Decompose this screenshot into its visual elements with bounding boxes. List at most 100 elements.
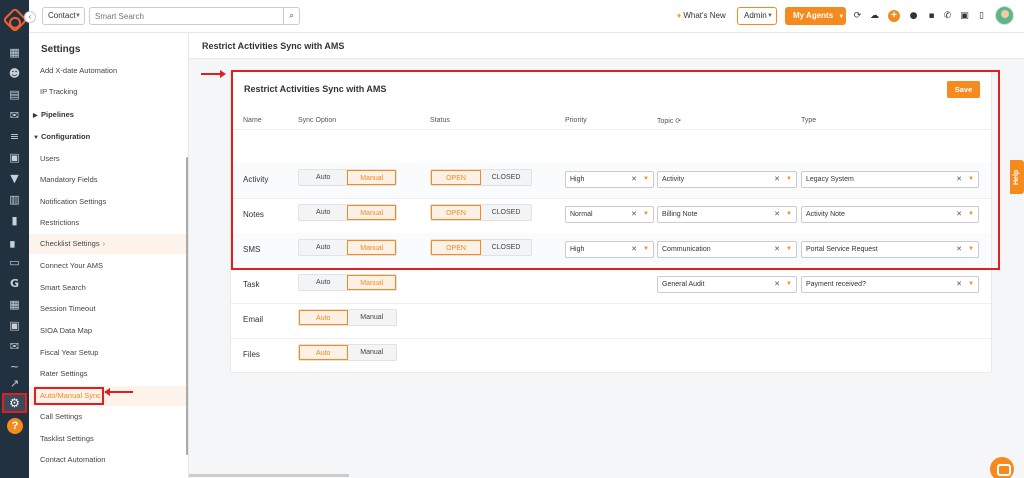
clear-icon[interactable]: ✕ <box>956 242 962 257</box>
save-button[interactable]: Save <box>947 81 980 98</box>
sidebar-item-call-settings[interactable]: Call Settings <box>29 407 187 427</box>
sidebar-collapse-button[interactable]: ‹ <box>24 11 36 23</box>
sync-manual-option[interactable]: Manual <box>348 345 396 360</box>
sidebar-section-configuration[interactable]: ▼ Configuration <box>29 127 187 147</box>
sidebar-item-session-timeout[interactable]: Session Timeout <box>29 299 187 319</box>
topic-select[interactable]: Billing Note ✕ ▼ <box>657 206 797 223</box>
status-open-option[interactable]: OPEN <box>431 205 482 220</box>
horizontal-scrollbar[interactable] <box>189 474 349 477</box>
type-select[interactable]: Activity Note ✕ ▼ <box>801 206 979 223</box>
sync-icon[interactable]: ⟳ <box>852 11 863 22</box>
phone-icon[interactable]: ✆ <box>942 11 953 22</box>
chip-icon[interactable]: ▣ <box>959 11 970 22</box>
add-icon[interactable]: + <box>888 10 900 22</box>
tasks-icon[interactable]: ▥ <box>6 193 23 207</box>
bell-icon[interactable]: ● <box>908 11 919 22</box>
contact-type-select[interactable]: Contact ▼ <box>42 7 85 25</box>
search-icon[interactable]: ⌕ <box>283 7 300 25</box>
clear-icon[interactable]: ✕ <box>956 207 962 222</box>
sync-manual-option[interactable]: Manual <box>347 240 396 255</box>
folder-icon[interactable]: ▭ <box>6 256 23 270</box>
mobile-icon[interactable]: ▯ <box>976 11 987 22</box>
chat-icon[interactable] <box>990 457 1014 478</box>
row-name: Task <box>243 280 260 289</box>
refresh-icon[interactable]: ⟳ <box>675 118 681 125</box>
status-closed-option[interactable]: CLOSED <box>481 205 531 220</box>
book-icon[interactable]: ▮ <box>6 214 23 228</box>
topic-select[interactable]: General Audit ✕ ▼ <box>657 276 797 293</box>
sidebar-item-tasklist-settings[interactable]: Tasklist Settings <box>29 429 187 449</box>
calendar-icon[interactable]: ▣ <box>6 151 23 165</box>
clear-icon[interactable]: ✕ <box>956 277 962 292</box>
notification-icon[interactable]: ▪ <box>926 11 937 22</box>
topic-select[interactable]: Communication ✕ ▼ <box>657 241 797 258</box>
sync-auto-option[interactable]: Auto <box>299 240 347 255</box>
table-icon[interactable]: ▦ <box>6 298 23 312</box>
topic-select[interactable]: Activity ✕ ▼ <box>657 171 797 188</box>
sync-manual-option[interactable]: Manual <box>347 170 396 185</box>
smart-search-input[interactable] <box>89 7 284 25</box>
sidebar-item-connect-your-ams[interactable]: Connect Your AMS <box>29 256 187 276</box>
help-icon[interactable]: ? <box>7 418 23 434</box>
sync-auto-option[interactable]: Auto <box>299 170 347 185</box>
help-tab[interactable]: Help <box>1010 160 1024 194</box>
type-select[interactable]: Portal Service Request ✕ ▼ <box>801 241 979 258</box>
sync-manual-option[interactable]: Manual <box>348 310 396 325</box>
sidebar-section-pipelines[interactable]: ▶ Pipelines <box>29 105 187 125</box>
clear-icon[interactable]: ✕ <box>774 172 780 187</box>
google-icon[interactable]: G <box>6 277 23 291</box>
sidebar-item-users[interactable]: Users <box>29 149 187 169</box>
filter-icon[interactable]: ▼ <box>6 172 23 186</box>
clear-icon[interactable]: ✕ <box>631 172 637 187</box>
settings-icon[interactable]: ⚙ <box>2 393 27 413</box>
priority-select[interactable]: High ✕ ▼ <box>565 241 654 258</box>
topic-value: General Audit <box>662 281 705 288</box>
sync-auto-option[interactable]: Auto <box>299 310 348 325</box>
clear-icon[interactable]: ✕ <box>774 207 780 222</box>
sidebar-item-contact-automation[interactable]: Contact Automation <box>29 450 187 470</box>
sidebar-item-checklist-settings[interactable]: Checklist Settings › <box>29 234 187 254</box>
list-icon[interactable]: ≡ <box>6 130 23 144</box>
admin-select[interactable]: Admin ▼ <box>737 7 777 25</box>
sidebar-item-notification-settings[interactable]: Notification Settings <box>29 192 187 212</box>
calendar-small-icon[interactable]: ▣ <box>6 319 23 333</box>
mail-icon[interactable]: ✉ <box>6 109 23 123</box>
status-open-option[interactable]: OPEN <box>431 240 482 255</box>
status-open-option[interactable]: OPEN <box>431 170 482 185</box>
status-closed-option[interactable]: CLOSED <box>481 170 531 185</box>
sync-manual-option[interactable]: Manual <box>347 205 396 220</box>
my-agents-button[interactable]: My Agents ▼ <box>785 7 846 25</box>
sidebar-item-rater-settings[interactable]: Rater Settings <box>29 364 187 384</box>
avatar[interactable] <box>995 6 1014 25</box>
contacts-icon[interactable]: ☻ <box>6 67 23 81</box>
sidebar-item-fiscal-year-setup[interactable]: Fiscal Year Setup <box>29 343 187 363</box>
sync-auto-option[interactable]: Auto <box>299 205 347 220</box>
sidebar-item-smart-search[interactable]: Smart Search <box>29 278 187 298</box>
sidebar-item-add-x-date-automation[interactable]: Add X-date Automation <box>29 61 187 81</box>
chart-icon[interactable]: ▖ <box>6 235 23 249</box>
type-select[interactable]: Legacy System ✕ ▼ <box>801 171 979 188</box>
cloud-icon[interactable]: ☁ <box>869 11 880 22</box>
sidebar-item-mandatory-fields[interactable]: Mandatory Fields <box>29 170 187 190</box>
clear-icon[interactable]: ✕ <box>774 242 780 257</box>
status-closed-option[interactable]: CLOSED <box>481 240 531 255</box>
sidebar-item-ip-tracking[interactable]: IP Tracking <box>29 82 187 102</box>
priority-select[interactable]: Normal ✕ ▼ <box>565 206 654 223</box>
documents-icon[interactable]: ▤ <box>6 88 23 102</box>
sync-auto-option[interactable]: Auto <box>299 345 348 360</box>
sync-manual-option[interactable]: Manual <box>347 275 396 290</box>
clear-icon[interactable]: ✕ <box>774 277 780 292</box>
envelope-icon[interactable]: ✉ <box>6 340 23 354</box>
clear-icon[interactable]: ✕ <box>631 242 637 257</box>
activity-icon[interactable]: ~ <box>6 360 23 374</box>
trend-icon[interactable]: ↗ <box>6 377 23 391</box>
sidebar-item-sioa-data-map[interactable]: SIOA Data Map <box>29 321 187 341</box>
priority-select[interactable]: High ✕ ▼ <box>565 171 654 188</box>
whats-new-link[interactable]: ♦ What's New <box>677 11 726 20</box>
sidebar-item-restrictions[interactable]: Restrictions <box>29 213 187 233</box>
sync-auto-option[interactable]: Auto <box>299 275 347 290</box>
clear-icon[interactable]: ✕ <box>956 172 962 187</box>
dashboard-icon[interactable]: ▦ <box>6 46 23 60</box>
type-select[interactable]: Payment received? ✕ ▼ <box>801 276 979 293</box>
clear-icon[interactable]: ✕ <box>631 207 637 222</box>
